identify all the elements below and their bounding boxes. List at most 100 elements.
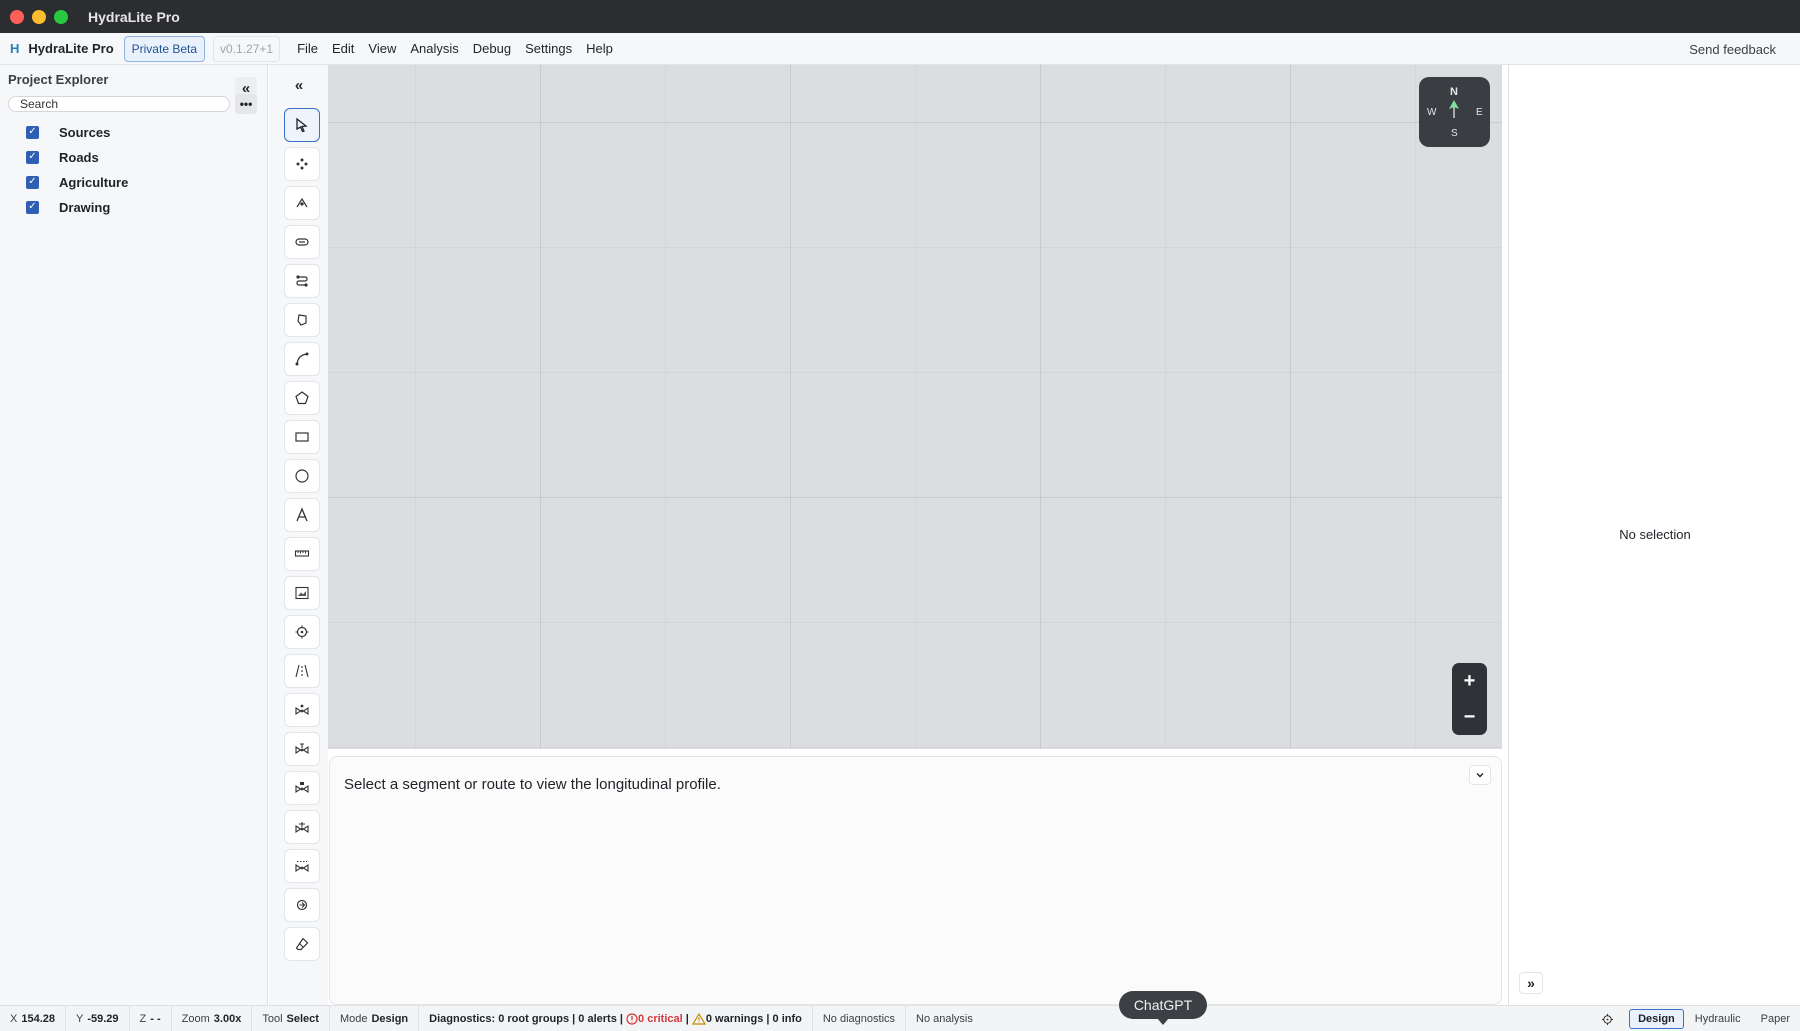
menu-debug[interactable]: Debug: [473, 41, 511, 56]
menu-help[interactable]: Help: [586, 41, 613, 56]
tool-text[interactable]: [284, 498, 320, 532]
status-x-value: 154.28: [21, 1012, 55, 1025]
tool-pentagon[interactable]: [284, 381, 320, 415]
tool-culvert[interactable]: [284, 225, 320, 259]
move-nodes-icon: [296, 158, 308, 170]
status-x-label: X: [10, 1012, 18, 1025]
tool-pump[interactable]: [284, 693, 320, 727]
status-y-label: Y: [76, 1012, 84, 1025]
tool-curve[interactable]: [284, 342, 320, 376]
weir-icon: [295, 860, 309, 873]
collapse-profile-button[interactable]: [1469, 765, 1491, 785]
status-mode-label: Mode: [339, 1012, 368, 1025]
status-tool-label: Tool: [262, 1012, 283, 1025]
status-diagnostics[interactable]: Diagnostics: 0 root groups | 0 alerts | …: [419, 1005, 813, 1031]
layer-item-roads[interactable]: ✓ Roads: [26, 147, 99, 167]
menu-bar: H HydraLite Pro Private Beta v0.1.27+1 F…: [0, 33, 1800, 65]
critical-circle-icon: [626, 1012, 638, 1025]
layer-label: Sources: [59, 124, 111, 140]
status-zoom-value: 3.00x: [213, 1012, 242, 1025]
layer-checkbox[interactable]: ✓: [26, 175, 39, 189]
menu-view[interactable]: View: [368, 41, 396, 56]
tool-circle[interactable]: [284, 459, 320, 493]
tank-icon: [295, 782, 309, 794]
profile-panel: Select a segment or route to view the lo…: [329, 756, 1502, 1005]
expand-inspector-button[interactable]: »: [1519, 972, 1543, 994]
compass-west-label: W: [1427, 107, 1437, 118]
title-bar: HydraLite Pro: [0, 0, 1800, 33]
window-controls: [10, 9, 68, 24]
status-z: Z- -: [130, 1005, 172, 1031]
collapse-toolrail-button[interactable]: «: [289, 75, 309, 95]
explorer-search-input[interactable]: [8, 96, 230, 112]
menu-list: File Edit View Analysis Debug Settings H…: [290, 41, 620, 56]
minimize-window-button[interactable]: [32, 9, 46, 24]
pump-icon: [295, 704, 309, 716]
version-badge: v0.1.27+1: [213, 35, 281, 62]
no-selection-text: No selection: [1619, 527, 1691, 542]
status-zoom-label: Zoom: [181, 1012, 210, 1025]
layer-checkbox[interactable]: ✓: [26, 125, 39, 139]
compass-east-label: E: [1476, 107, 1483, 118]
mode-paper-button[interactable]: Paper: [1752, 1009, 1799, 1029]
tool-target-point[interactable]: [284, 615, 320, 649]
project-explorer: Project Explorer « ••• ✓ Sources ✓ Roads…: [0, 65, 268, 1005]
tool-polygon-small[interactable]: [284, 303, 320, 337]
explorer-title: Project Explorer: [8, 72, 109, 87]
layer-item-sources[interactable]: ✓ Sources: [26, 122, 110, 142]
locate-button[interactable]: [1594, 1009, 1620, 1029]
tool-route[interactable]: [284, 264, 320, 298]
tool-rectangle[interactable]: [284, 420, 320, 454]
chevron-down-icon: [1476, 773, 1484, 778]
text-icon: [296, 507, 308, 522]
tool-eraser[interactable]: [284, 927, 320, 961]
tool-road[interactable]: [284, 654, 320, 688]
status-no-diagnostics: No diagnostics: [813, 1005, 907, 1031]
zoom-out-button[interactable]: −: [1464, 706, 1476, 729]
status-y: Y -59.29: [66, 1005, 130, 1031]
tool-valve[interactable]: [284, 732, 320, 766]
tool-weir[interactable]: [284, 849, 320, 883]
chatgpt-tooltip[interactable]: ChatGPT: [1119, 991, 1207, 1025]
compass-needle-icon: [1449, 100, 1459, 118]
crosshair-icon: [1601, 1013, 1613, 1025]
compass-north-label: N: [1450, 86, 1458, 98]
compass-widget[interactable]: N W E S: [1419, 77, 1490, 147]
zoom-window-button[interactable]: [54, 9, 68, 24]
tool-select[interactable]: [284, 108, 320, 142]
tool-image-frame[interactable]: [284, 576, 320, 610]
tool-move-nodes[interactable]: [284, 147, 320, 181]
layer-item-agriculture[interactable]: ✓ Agriculture: [26, 172, 128, 192]
critical-count: 0 critical: [638, 1012, 683, 1025]
map-canvas[interactable]: [328, 65, 1502, 749]
mode-design-button[interactable]: Design: [1629, 1009, 1684, 1029]
chevrons-left-icon: «: [294, 76, 304, 94]
zoom-in-button[interactable]: +: [1464, 670, 1476, 693]
tool-outfall[interactable]: [284, 888, 320, 922]
warnings-info-count: 0 warnings | 0 info: [705, 1012, 802, 1025]
tool-ruler[interactable]: [284, 537, 320, 571]
zoom-controls: + −: [1452, 663, 1487, 735]
outfall-icon: [296, 899, 308, 911]
menu-settings[interactable]: Settings: [525, 41, 572, 56]
layer-checkbox[interactable]: ✓: [26, 150, 39, 164]
private-beta-badge[interactable]: Private Beta: [123, 35, 206, 62]
layer-item-drawing[interactable]: ✓ Drawing: [26, 197, 110, 217]
explorer-more-button[interactable]: •••: [235, 94, 257, 114]
chevrons-right-icon: »: [1527, 975, 1535, 991]
close-window-button[interactable]: [10, 9, 24, 24]
status-x: X 154.28: [0, 1005, 66, 1031]
menu-analysis[interactable]: Analysis: [410, 41, 458, 56]
rectangle-icon: [295, 432, 309, 442]
menu-edit[interactable]: Edit: [332, 41, 354, 56]
mode-hydraulic-button[interactable]: Hydraulic: [1686, 1009, 1750, 1029]
status-y-value: -59.29: [87, 1012, 119, 1025]
menu-file[interactable]: File: [297, 41, 318, 56]
layer-checkbox[interactable]: ✓: [26, 200, 39, 214]
status-tool: Tool Select: [252, 1005, 330, 1031]
tool-junction[interactable]: [284, 810, 320, 844]
send-feedback-link[interactable]: Send feedback: [1689, 42, 1776, 57]
tool-tank[interactable]: [284, 771, 320, 805]
ruler-icon: [294, 550, 310, 557]
tool-node[interactable]: [284, 186, 320, 220]
